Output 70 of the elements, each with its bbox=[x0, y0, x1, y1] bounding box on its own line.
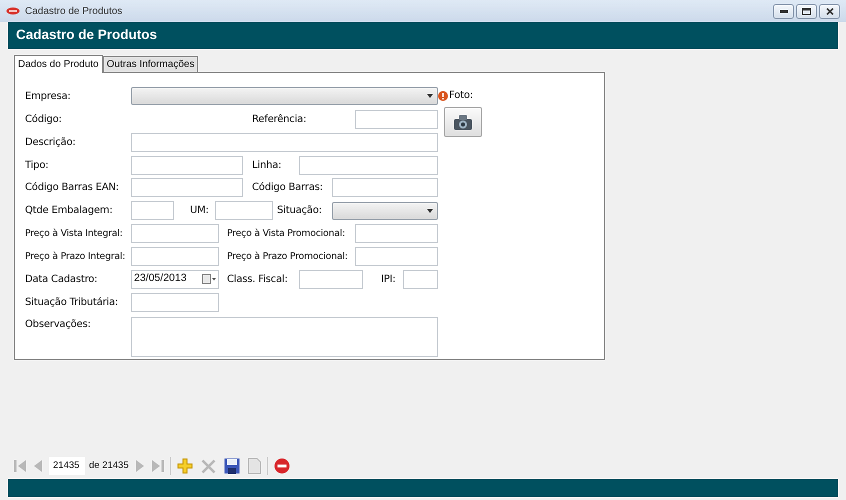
close-icon bbox=[200, 458, 216, 474]
camera-icon bbox=[453, 114, 473, 130]
field-label: Data Cadastro: bbox=[25, 274, 98, 285]
input-field[interactable] bbox=[131, 292, 219, 312]
app-icon bbox=[6, 7, 20, 15]
minimize-icon bbox=[780, 10, 788, 12]
field-label: Situação: bbox=[277, 205, 322, 216]
field-label: Empresa: bbox=[25, 90, 71, 102]
field-label: Observações: bbox=[25, 318, 91, 330]
field-label: Situação Tributária: bbox=[25, 296, 118, 308]
field-label: IPI: bbox=[381, 274, 396, 285]
last-icon bbox=[152, 459, 164, 473]
window-title: Cadastro de Produtos bbox=[25, 4, 122, 18]
dropdown-field[interactable] bbox=[332, 202, 438, 220]
input-field[interactable] bbox=[131, 246, 219, 266]
input-field[interactable] bbox=[131, 178, 243, 198]
input-field[interactable] bbox=[215, 201, 273, 220]
input-field[interactable] bbox=[355, 246, 438, 266]
input-field[interactable] bbox=[299, 270, 363, 289]
date-value: 23/05/2013 bbox=[134, 271, 187, 286]
add-button[interactable] bbox=[174, 458, 195, 474]
plus-icon bbox=[176, 458, 193, 474]
input-field[interactable] bbox=[131, 224, 219, 244]
input-field[interactable] bbox=[131, 132, 438, 152]
calendar-icon[interactable] bbox=[202, 274, 216, 284]
camera-button[interactable] bbox=[444, 107, 482, 137]
input-field[interactable] bbox=[332, 178, 438, 198]
input-field[interactable] bbox=[403, 270, 438, 289]
close-icon bbox=[826, 8, 834, 14]
next-icon bbox=[134, 459, 144, 473]
field-label: Preço à Vista Integral: bbox=[25, 228, 123, 240]
field-label: Descrição: bbox=[25, 136, 76, 148]
input-field[interactable] bbox=[355, 110, 438, 129]
field-label: Preço à Vista Promocional: bbox=[227, 228, 346, 240]
dropdown-field[interactable] bbox=[131, 87, 438, 106]
cancel-button[interactable] bbox=[272, 458, 292, 474]
field-label: Qtde Embalagem: bbox=[25, 205, 113, 216]
header-title: Cadastro de Produtos bbox=[16, 26, 158, 44]
date-field[interactable]: 23/05/2013 bbox=[131, 270, 219, 289]
field-label: UM: bbox=[190, 205, 209, 216]
photo-label: Foto: bbox=[449, 89, 473, 103]
field-label: Código Barras EAN: bbox=[25, 182, 119, 194]
field-label: Código: bbox=[25, 114, 62, 125]
maximize-icon bbox=[802, 8, 811, 14]
field-label: Referência: bbox=[252, 114, 306, 125]
dropdown-arrow-icon bbox=[427, 94, 433, 98]
first-icon bbox=[14, 459, 26, 473]
record-field[interactable]: 21435 bbox=[49, 457, 85, 475]
dropdown-arrow-icon bbox=[427, 208, 433, 213]
document-icon bbox=[248, 458, 261, 474]
save-button[interactable] bbox=[222, 458, 242, 474]
field-label: Tipo: bbox=[25, 160, 48, 170]
tab[interactable]: Outras Informações bbox=[102, 56, 198, 72]
minimize-button[interactable] bbox=[773, 4, 794, 18]
tab[interactable]: Dados do Produto bbox=[14, 55, 103, 73]
input-field[interactable] bbox=[131, 201, 174, 220]
previous-icon bbox=[34, 459, 43, 473]
close-button[interactable] bbox=[819, 4, 840, 18]
text-area[interactable] bbox=[131, 316, 438, 357]
maximize-button[interactable] bbox=[796, 4, 817, 18]
minus-circle-icon bbox=[274, 458, 290, 474]
field-label: Código Barras: bbox=[252, 182, 323, 194]
input-field[interactable] bbox=[299, 156, 438, 174]
record-total: de 21435 bbox=[89, 458, 129, 473]
input-field[interactable] bbox=[355, 224, 438, 244]
field-label: Preço à Prazo Integral: bbox=[25, 250, 126, 262]
input-field[interactable] bbox=[131, 156, 243, 174]
field-label: Linha: bbox=[252, 160, 282, 170]
field-label: Preço à Prazo Promocional: bbox=[227, 250, 348, 262]
field-label: Class. Fiscal: bbox=[227, 274, 288, 285]
